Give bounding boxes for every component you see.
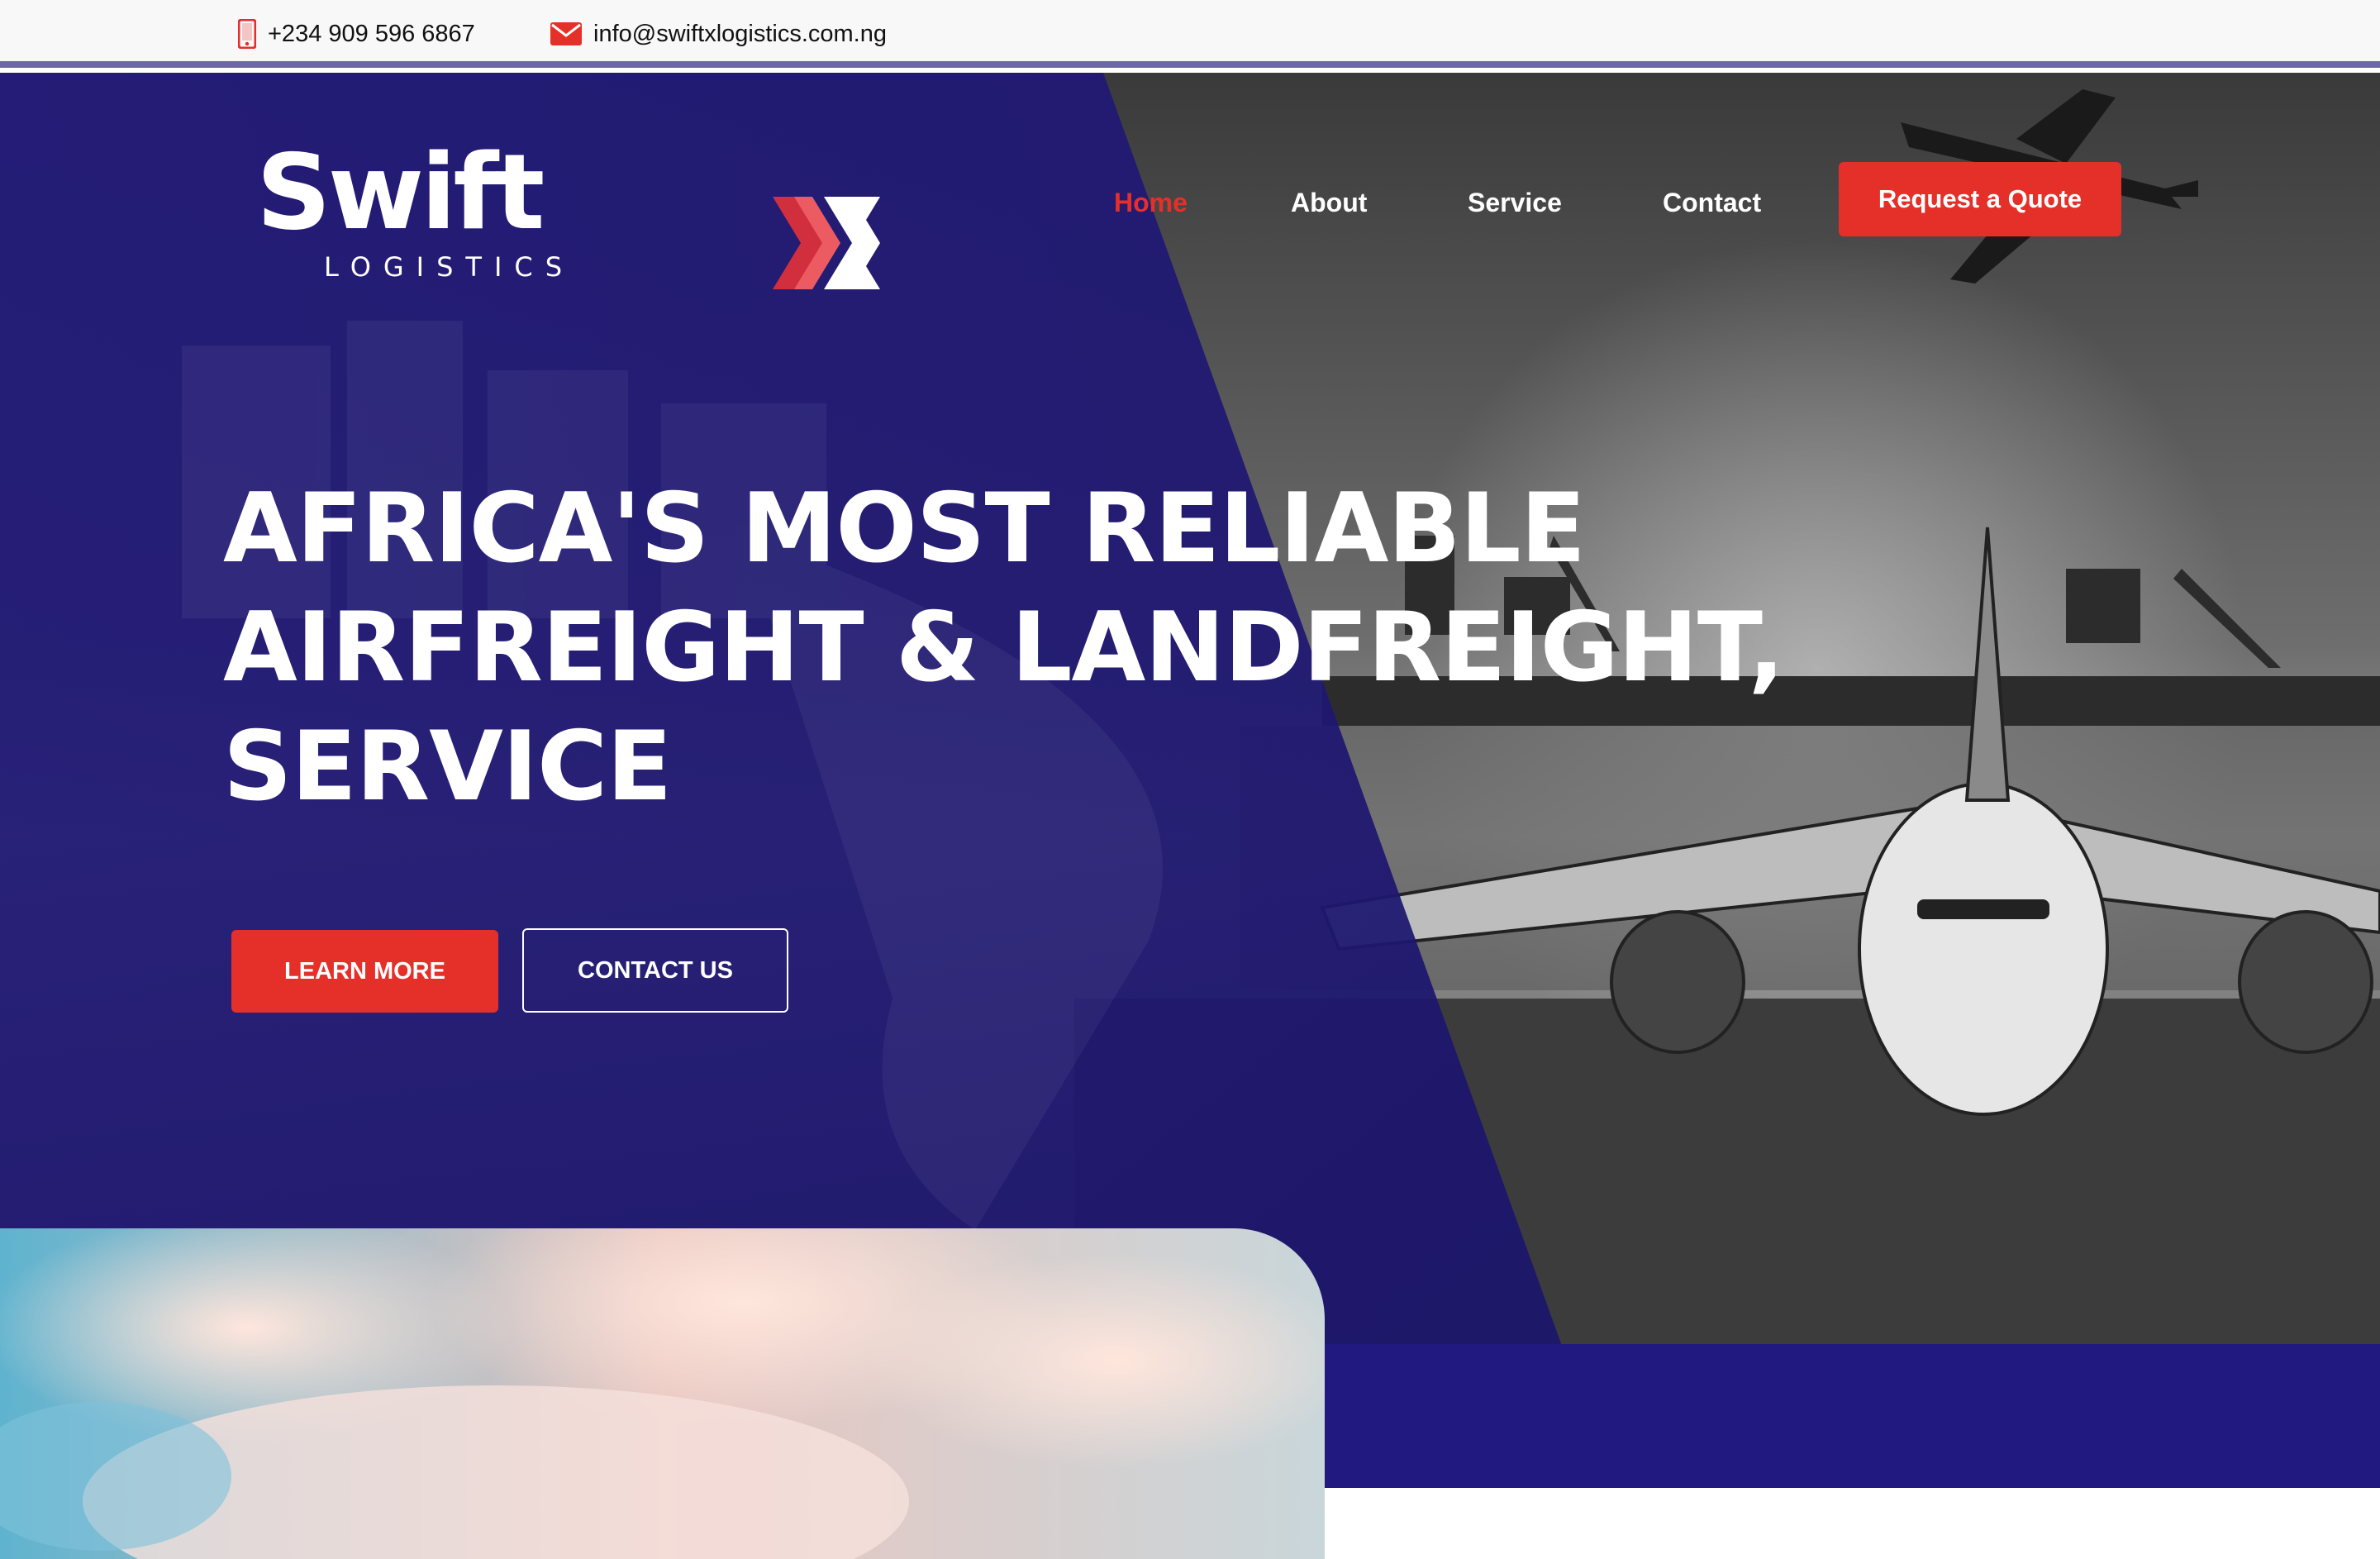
hero-headline-line-3: SERVICE [223, 711, 672, 822]
hero-headline-line-1: AFRICA'S MOST RELIABLE [223, 473, 1586, 584]
hero-headline: AFRICA'S MOST RELIABLE AIRFREIGHT & LAND… [223, 470, 1793, 827]
hero-section: Swift LOGISTICS Home About Service Conta… [0, 73, 2380, 1346]
lower-navy-band [1322, 1344, 2380, 1488]
email-contact[interactable]: info@swiftxlogistics.com.ng [550, 0, 887, 68]
logo-x-mark [773, 197, 880, 289]
contact-us-button[interactable]: CONTACT US [522, 928, 788, 1013]
nav-item-contact[interactable]: Contact [1663, 188, 1761, 218]
top-contact-bar: +234 909 596 6867 info@swiftxlogistics.c… [0, 0, 2380, 68]
logo-tagline: LOGISTICS [324, 251, 575, 283]
nav-item-about[interactable]: About [1291, 188, 1367, 218]
envelope-icon [550, 22, 582, 45]
request-quote-button[interactable]: Request a Quote [1839, 162, 2121, 236]
phone-number: +234 909 596 6867 [268, 20, 475, 47]
email-address: info@swiftxlogistics.com.ng [593, 20, 887, 47]
sky-image-card [0, 1228, 1325, 1559]
phone-contact[interactable]: +234 909 596 6867 [238, 0, 475, 68]
mobile-phone-icon [238, 19, 256, 49]
learn-more-button[interactable]: LEARN MORE [231, 930, 498, 1013]
clouds-image [0, 1228, 1325, 1559]
logo-wordmark: Swift [256, 131, 545, 253]
nav-item-service[interactable]: Service [1468, 188, 1562, 218]
nav-item-home[interactable]: Home [1114, 188, 1188, 218]
hero-headline-line-2: AIRFREIGHT & LANDFREIGHT, [223, 592, 1785, 703]
swiftx-logo[interactable]: Swift LOGISTICS [256, 131, 880, 289]
